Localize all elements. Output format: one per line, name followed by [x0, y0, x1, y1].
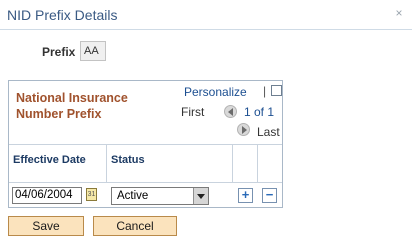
cancel-button[interactable]: Cancel [93, 216, 177, 236]
personalize-link[interactable]: Personalize [184, 85, 247, 99]
column-header-status[interactable]: Status [107, 144, 233, 182]
title-bar: NID Prefix Details × [0, 0, 412, 30]
next-row-icon[interactable] [237, 123, 250, 136]
grid-title: National Insurance Number Prefix [16, 91, 128, 121]
status-value: Active [117, 190, 149, 202]
column-label: Status [111, 154, 145, 166]
column-label: Effective Date [13, 154, 86, 166]
grid-header: National Insurance Number Prefix Persona… [9, 81, 282, 141]
effective-date-input[interactable]: 04/06/2004 [12, 187, 82, 204]
column-header-effective-date[interactable]: Effective Date [9, 144, 107, 182]
last-label[interactable]: Last [257, 125, 280, 139]
table-row: 04/06/2004 31 Active + − [9, 182, 282, 206]
column-header-add [233, 144, 258, 182]
nid-prefix-grid: National Insurance Number Prefix Persona… [8, 80, 283, 208]
prefix-label: Prefix [42, 45, 76, 59]
calendar-icon[interactable]: 31 [86, 188, 97, 201]
previous-row-icon[interactable] [224, 105, 237, 118]
chevron-down-icon[interactable] [193, 188, 208, 204]
status-select[interactable]: Active [111, 187, 209, 205]
window-title: NID Prefix Details [7, 7, 118, 23]
row-count: 1 of 1 [244, 105, 275, 119]
first-label[interactable]: First [181, 105, 204, 119]
close-icon[interactable]: × [392, 6, 406, 20]
add-row-button[interactable]: + [238, 188, 253, 203]
column-header-delete [258, 144, 282, 182]
delete-row-button[interactable]: − [262, 188, 277, 203]
save-button[interactable]: Save [8, 216, 84, 236]
separator: | [263, 84, 267, 98]
popout-icon[interactable] [271, 85, 282, 96]
prefix-field: AA [80, 41, 106, 61]
